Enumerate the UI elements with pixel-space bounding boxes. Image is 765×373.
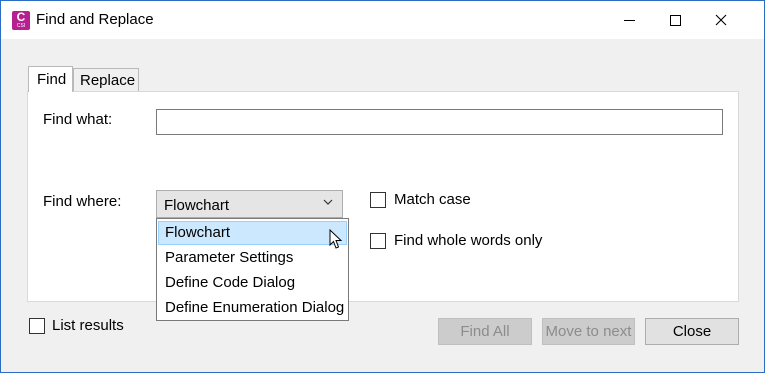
- list-results-checkbox[interactable]: [29, 318, 45, 334]
- list-results-label[interactable]: List results: [52, 317, 124, 334]
- minimize-icon: [623, 19, 635, 21]
- close-icon: [715, 14, 727, 26]
- whole-words-label[interactable]: Find whole words only: [394, 232, 542, 249]
- whole-words-checkbox[interactable]: [370, 233, 386, 249]
- move-to-next-button[interactable]: Move to next: [542, 318, 635, 345]
- title-bar[interactable]: C CSI Find and Replace: [1, 1, 764, 39]
- window-title: Find and Replace: [36, 11, 154, 28]
- find-where-dropdown-list: Flowchart Parameter Settings Define Code…: [156, 218, 349, 321]
- find-where-select[interactable]: Flowchart: [156, 190, 343, 218]
- dropdown-option-define-code-dialog[interactable]: Define Code Dialog: [158, 271, 347, 295]
- match-case-label[interactable]: Match case: [394, 191, 471, 208]
- app-logo-sub: CSI: [16, 23, 26, 29]
- chevron-down-icon: [323, 197, 333, 210]
- match-case-checkbox[interactable]: [370, 192, 386, 208]
- dropdown-option-define-enumeration-dialog[interactable]: Define Enumeration Dialog: [158, 296, 347, 320]
- find-all-button[interactable]: Find All: [438, 318, 532, 345]
- dropdown-option-parameter-settings[interactable]: Parameter Settings: [158, 246, 347, 270]
- tab-replace[interactable]: Replace: [73, 68, 139, 92]
- close-window-button[interactable]: [698, 1, 744, 39]
- find-replace-dialog: C CSI Find and Replace Find Replace Find…: [0, 0, 765, 373]
- find-what-label: Find what:: [43, 111, 113, 128]
- tab-find[interactable]: Find: [28, 66, 73, 92]
- minimize-button[interactable]: [606, 1, 652, 39]
- find-where-label: Find where:: [43, 193, 122, 210]
- maximize-button[interactable]: [652, 1, 698, 39]
- find-what-input[interactable]: [156, 109, 723, 135]
- app-logo-letter: C: [16, 10, 26, 24]
- maximize-icon: [669, 14, 681, 26]
- app-logo-icon: C CSI: [12, 11, 30, 30]
- close-button[interactable]: Close: [645, 318, 739, 345]
- mouse-pointer-icon: [329, 229, 343, 249]
- dropdown-option-flowchart[interactable]: Flowchart: [158, 221, 347, 245]
- find-where-selected-value: Flowchart: [164, 197, 230, 214]
